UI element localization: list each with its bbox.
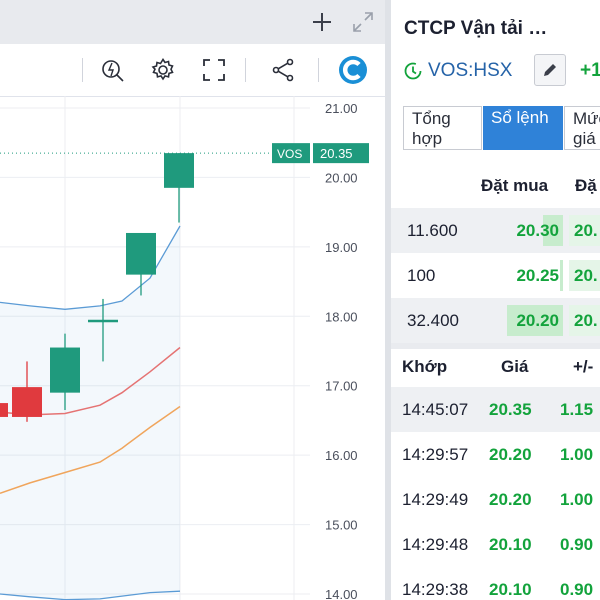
price-header: Giá — [501, 357, 529, 376]
trade-change: 1.15 — [560, 400, 594, 419]
ticker-symbol[interactable]: VOS:HSX — [428, 60, 512, 82]
trade-time: 14:29:49 — [402, 490, 469, 509]
chart-toolbar — [0, 44, 385, 97]
trade-row[interactable]: 14:29:38 20.10 0.90 — [391, 567, 600, 600]
bid-price-cell: 20.30 — [507, 215, 563, 246]
trade-change: 1.00 — [560, 490, 594, 509]
time-header: Khớp — [402, 357, 448, 376]
quote-panel: CTCP Vận tải … VOS:HSX +1 Tổng hợp Sổ lệ… — [391, 0, 600, 600]
y-axis-tick-label: 15.00 — [325, 518, 358, 533]
orderbook-row[interactable]: 32.400 20.20 20. — [391, 298, 600, 343]
trade-time: 14:29:38 — [402, 580, 469, 599]
chart-panel: 21.00 20.00 19.00 18.00 17.00 16.00 15.00 14.00… — [0, 0, 385, 600]
change-header: +/- — [573, 357, 594, 376]
tabs: Tổng hợp Sổ lệnh Mức giá — [403, 106, 600, 150]
bid-price-cell: 20.20 — [507, 305, 563, 336]
fullscreen-icon[interactable] — [201, 57, 227, 83]
bid-header: Đặt mua — [481, 176, 549, 195]
edit-button[interactable] — [534, 54, 566, 86]
price-change: +1 — [580, 60, 600, 81]
trade-change: 0.90 — [560, 535, 594, 554]
tab-price-levels[interactable]: Mức giá — [564, 106, 600, 150]
y-axis-tick-label: 16.00 — [325, 448, 358, 463]
candle-body — [50, 347, 80, 393]
chart-topbar — [0, 0, 385, 44]
ask-price: 20. — [574, 266, 598, 285]
y-axis-tick-label: 17.00 — [325, 379, 358, 394]
ask-price: 20. — [574, 221, 598, 240]
trade-time: 14:29:57 — [402, 445, 469, 464]
ticker-row: VOS:HSX +1 — [403, 54, 600, 86]
orderbook-row[interactable]: 100 20.25 20. — [391, 253, 600, 298]
trade-change: 1.00 — [560, 445, 594, 464]
candle-body — [0, 403, 8, 417]
ask-header: Đặ — [575, 176, 597, 195]
trade-price: 20.35 — [489, 400, 532, 419]
candle-body — [126, 232, 156, 275]
trade-price: 20.10 — [489, 535, 532, 554]
orderbook-row[interactable]: 11.600 20.30 20. — [391, 208, 600, 253]
settings-icon[interactable] — [150, 57, 176, 83]
pencil-icon — [544, 64, 556, 76]
bid-price-cell: 20.25 — [507, 260, 563, 291]
tab-overview[interactable]: Tổng hợp — [403, 106, 482, 150]
trade-row[interactable]: 14:29:48 20.10 0.90 — [391, 522, 600, 568]
candle-body — [88, 319, 118, 323]
plus-icon[interactable] — [310, 10, 334, 34]
trade-price: 20.20 — [489, 445, 532, 464]
trade-row[interactable]: 14:29:57 20.20 1.00 — [391, 432, 600, 478]
company-name: CTCP Vận tải … — [404, 18, 548, 39]
trade-change: 0.90 — [560, 580, 594, 599]
trade-price: 20.10 — [489, 580, 532, 599]
candle-body — [12, 387, 42, 417]
section-divider — [391, 343, 600, 349]
last-price-tag-label: 20.35 — [320, 146, 353, 161]
y-axis-tick-label: 18.00 — [325, 309, 358, 324]
candle-body — [164, 153, 194, 188]
symbol-tag-label: VOS — [277, 147, 302, 161]
price-chart[interactable]: 21.00 20.00 19.00 18.00 17.00 16.00 15.00 14.00… — [0, 96, 385, 600]
toolbar-divider — [82, 58, 83, 82]
logo-icon[interactable] — [338, 55, 368, 85]
ask-price-cell: 20. — [569, 305, 600, 336]
bid-price: 20.25 — [516, 266, 559, 285]
bid-volume: 100 — [407, 266, 436, 285]
trade-row[interactable]: 14:29:49 20.20 1.00 — [391, 477, 600, 523]
bid-price: 20.20 — [516, 311, 559, 330]
trade-time: 14:29:48 — [402, 535, 469, 554]
trade-time: 14:45:07 — [402, 400, 469, 419]
trade-price: 20.20 — [489, 490, 532, 509]
share-icon[interactable] — [270, 57, 296, 83]
bid-volume: 11.600 — [407, 221, 458, 240]
tab-orderbook[interactable]: Sổ lệnh — [483, 106, 563, 150]
ask-price-cell: 20. — [569, 260, 600, 291]
y-axis-tick-label: 20.00 — [325, 170, 358, 185]
clock-icon — [404, 62, 422, 80]
ask-price: 20. — [574, 311, 598, 330]
bid-price: 20.30 — [516, 221, 559, 240]
volume-bar — [560, 260, 563, 291]
trade-row[interactable]: 14:45:07 20.35 1.15 — [391, 387, 600, 433]
indicators-icon[interactable] — [100, 57, 126, 83]
toolbar-divider — [245, 58, 246, 82]
bid-volume: 32.400 — [407, 311, 459, 330]
y-axis-tick-label: 21.00 — [325, 101, 358, 116]
toolbar-divider — [318, 58, 319, 82]
expand-icon[interactable] — [351, 10, 375, 34]
ask-price-cell: 20. — [569, 215, 600, 246]
y-axis-tick-label: 19.00 — [325, 240, 358, 255]
y-axis-tick-label: 14.00 — [325, 587, 358, 600]
